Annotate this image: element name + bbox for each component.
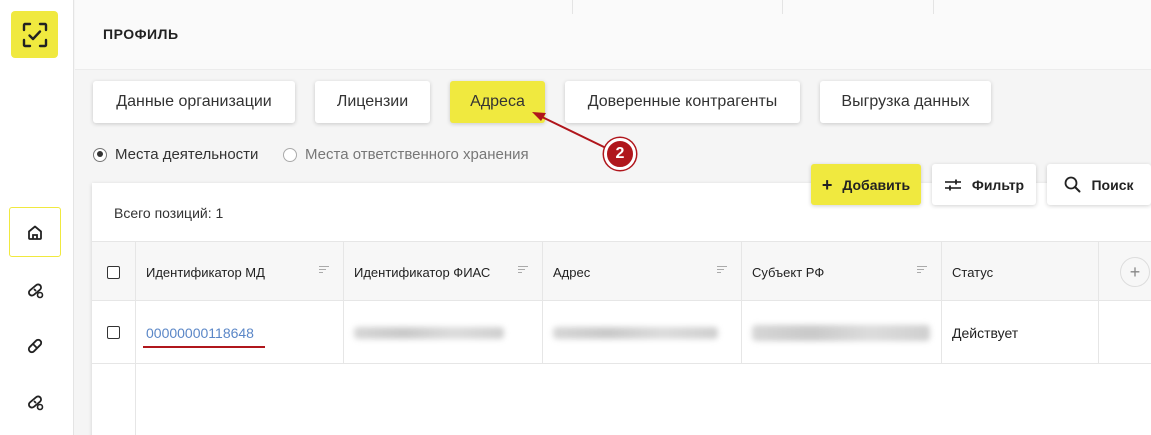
column-label: Идентификатор МД: [146, 264, 265, 280]
scan-check-icon[interactable]: [11, 11, 58, 58]
column-label: Идентификатор ФИАС: [354, 264, 491, 280]
blurred-value: [553, 326, 718, 339]
row-select: [92, 301, 136, 364]
divider: [782, 0, 783, 14]
tab-addresses[interactable]: Адреса: [450, 81, 545, 123]
radio-label: Места ответственного хранения: [305, 146, 529, 163]
sort-icon[interactable]: [917, 266, 927, 275]
empty-area: [92, 364, 136, 435]
divider: [933, 0, 934, 14]
annotation-number-badge: 2: [604, 138, 636, 170]
cell-status: Действует: [942, 301, 1099, 364]
radio-activity-places[interactable]: Места деятельности: [93, 146, 258, 163]
search-label: Поиск: [1091, 176, 1134, 193]
cell-md-id: 00000000118648: [136, 301, 344, 364]
sidebar-item-pills-2[interactable]: [9, 377, 61, 427]
column-header-subject[interactable]: Субъект РФ: [742, 242, 942, 302]
search-icon: [1065, 176, 1081, 193]
sidebar-item-capsule[interactable]: [9, 321, 61, 371]
column-label: Статус: [952, 264, 994, 280]
md-id-text: 00000000118648: [146, 324, 254, 341]
pill-icon: [28, 283, 44, 299]
column-label: Адрес: [553, 264, 591, 280]
tab-data-export[interactable]: Выгрузка данных: [820, 81, 991, 123]
table-row[interactable]: 00000000118648 Действует: [92, 301, 1151, 364]
add-column-button[interactable]: +: [1120, 257, 1150, 287]
radio-dot: [93, 147, 107, 162]
md-id-link[interactable]: 00000000118648: [143, 324, 265, 348]
sort-icon[interactable]: [717, 266, 727, 275]
sidebar-item-home[interactable]: [9, 207, 61, 257]
divider: [572, 0, 573, 14]
add-label: Добавить: [842, 176, 911, 193]
radio-dot: [283, 147, 297, 162]
column-label: Субъект РФ: [752, 264, 825, 280]
column-header-status[interactable]: Статус: [942, 242, 1099, 302]
sort-icon[interactable]: [319, 266, 329, 275]
cell-subject: [742, 301, 942, 364]
blurred-value: [354, 326, 504, 339]
total-count: Всего позиций: 1: [114, 205, 224, 221]
search-button[interactable]: Поиск: [1047, 164, 1151, 205]
filter-label: Фильтр: [971, 176, 1025, 193]
radio-storage-places[interactable]: Места ответственного хранения: [283, 146, 529, 163]
header-select-all: [92, 242, 136, 302]
sidebar: [0, 0, 74, 435]
page-title: ПРОФИЛЬ: [103, 26, 179, 42]
pill-icon: [28, 395, 44, 411]
cell-fias-id: [344, 301, 543, 364]
table-header: Идентификатор МД Идентификатор ФИАС Адре…: [92, 241, 1151, 302]
capsule-icon: [27, 338, 43, 354]
radio-label: Места деятельности: [115, 146, 259, 163]
add-button[interactable]: + Добавить: [811, 164, 921, 205]
select-all-checkbox[interactable]: [107, 265, 120, 279]
home-icon: [28, 225, 42, 240]
sidebar-item-pills[interactable]: [9, 265, 61, 315]
cell-address: [543, 301, 742, 364]
column-header-fias-id[interactable]: Идентификатор ФИАС: [344, 242, 543, 302]
table-panel: Всего позиций: 1 Идентификатор МД Иденти…: [92, 183, 1151, 435]
tab-organization-data[interactable]: Данные организации: [93, 81, 295, 123]
filter-button[interactable]: Фильтр: [932, 164, 1036, 205]
blurred-value: [752, 324, 930, 341]
plus-icon: +: [821, 174, 833, 195]
tab-trusted-contractors[interactable]: Доверенные контрагенты: [565, 81, 800, 123]
tab-licenses[interactable]: Лицензии: [315, 81, 430, 123]
status-text: Действует: [952, 324, 1019, 341]
filter-icon: [944, 179, 961, 190]
sort-icon[interactable]: [518, 266, 528, 275]
annotation-underline: [143, 345, 265, 348]
column-header-md-id[interactable]: Идентификатор МД: [136, 242, 344, 302]
page-header: ПРОФИЛЬ: [75, 0, 1151, 70]
column-header-address[interactable]: Адрес: [543, 242, 742, 302]
row-checkbox[interactable]: [107, 326, 120, 339]
